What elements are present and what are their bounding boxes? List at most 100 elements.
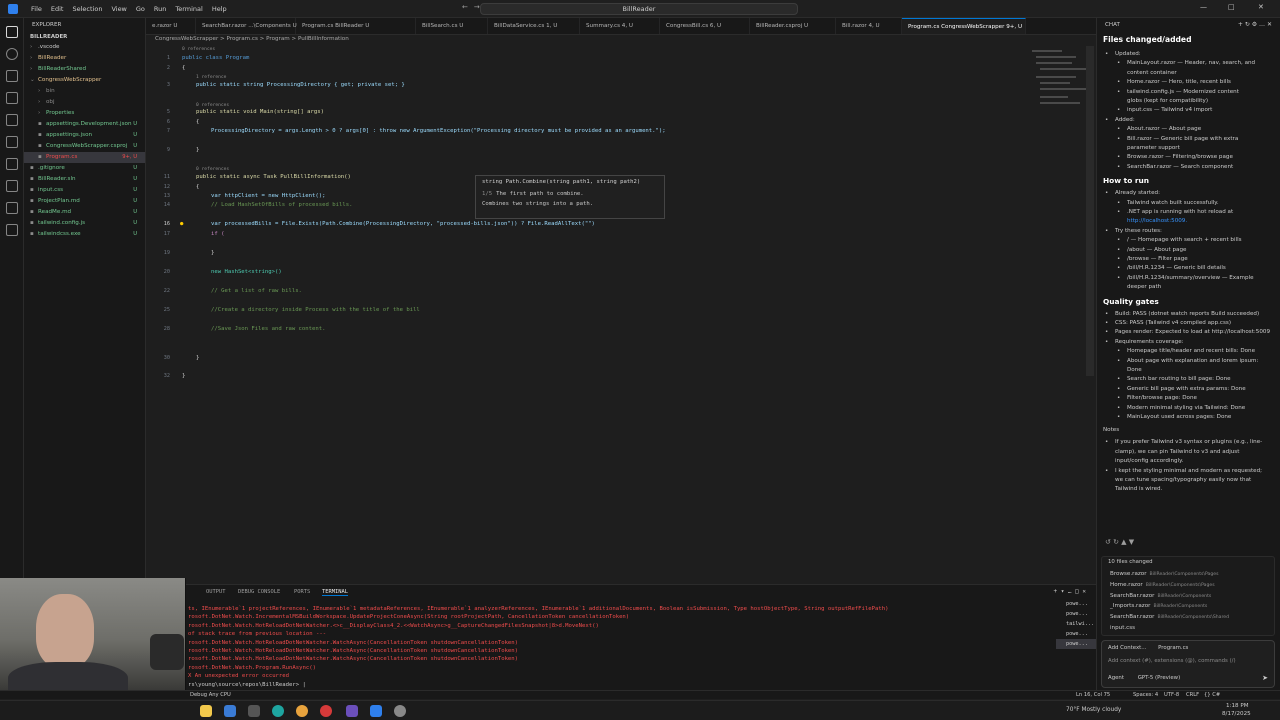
editor-scrollbar[interactable]: [1086, 46, 1094, 376]
add-context-button[interactable]: Add Context...: [1108, 645, 1146, 651]
files-changed-count[interactable]: 10 files changed: [1108, 559, 1153, 565]
tab-searchbar-razor[interactable]: SearchBar.razor ...\Components U: [196, 18, 297, 34]
minimize-icon[interactable]: —: [1200, 3, 1207, 11]
app-icon[interactable]: [248, 705, 260, 717]
menu-terminal[interactable]: Terminal: [175, 5, 202, 13]
panel-actions[interactable]: + ▾ … □ ✕: [1053, 588, 1086, 595]
tree-item[interactable]: ▪ CongressWebScrapper.csproj U: [24, 141, 145, 152]
tab-billsearch-cs[interactable]: BillSearch.cs U: [416, 18, 488, 34]
tab-congressbill-cs[interactable]: CongressBill.cs 6, U: [660, 18, 750, 34]
tree-item[interactable]: ▪ appsettings.Development.json U: [24, 119, 145, 130]
tab-bill-razor[interactable]: Bill.razor 4, U: [836, 18, 902, 34]
changed-file-item[interactable]: input.css: [1110, 623, 1138, 633]
menu-edit[interactable]: Edit: [51, 5, 64, 13]
codelens-references[interactable]: 1 reference: [196, 74, 226, 81]
menu-selection[interactable]: Selection: [72, 5, 102, 13]
edge-icon[interactable]: [272, 705, 284, 717]
mode-selector[interactable]: Agent: [1108, 675, 1124, 681]
extensions-icon[interactable]: [6, 136, 18, 148]
workspace-section[interactable]: BILLREADER: [24, 32, 145, 42]
explorer-icon[interactable]: [6, 26, 18, 38]
remote-explorer-icon[interactable]: [6, 114, 18, 126]
tree-item[interactable]: ▪ .gitignore U: [24, 163, 145, 174]
tree-item[interactable]: › obj: [24, 97, 145, 108]
breadcrumb[interactable]: CongressWebScrapper > Program.cs > Progr…: [155, 36, 349, 46]
tree-item[interactable]: › BillReader: [24, 53, 145, 64]
chat-input[interactable]: Add Context... Program.cs Add context (#…: [1101, 640, 1275, 688]
file-explorer-icon[interactable]: [200, 705, 212, 717]
clock-date[interactable]: 8/17/2025: [1222, 711, 1251, 717]
localhost-link[interactable]: http://localhost:5009.: [1127, 217, 1187, 226]
tab-program-cs-billreader[interactable]: Program.cs BillReader U: [296, 18, 416, 34]
send-icon[interactable]: ➤: [1262, 674, 1268, 682]
model-selector[interactable]: GPT-5 (Preview): [1138, 675, 1181, 681]
menu-run[interactable]: Run: [154, 5, 166, 13]
menu-file[interactable]: File: [31, 5, 42, 13]
changed-file-item[interactable]: _Imports.razor BillReader\Components: [1110, 601, 1207, 611]
terminal-instance[interactable]: powe...: [1056, 629, 1096, 639]
debug-config[interactable]: Debug Any CPU: [190, 692, 231, 698]
terminal-instance[interactable]: powe...: [1056, 609, 1096, 619]
menu-view[interactable]: View: [111, 5, 126, 13]
changed-file-item[interactable]: Browse.razor BillReader\Components\Pages: [1110, 569, 1218, 579]
docker-icon[interactable]: [6, 202, 18, 214]
search-icon[interactable]: [6, 48, 18, 60]
solution-explorer-icon[interactable]: [6, 180, 18, 192]
tab-razor[interactable]: e.razor U: [146, 18, 196, 34]
tab-summary-cs[interactable]: Summary.cs 4, U: [580, 18, 660, 34]
changed-file-item[interactable]: SearchBar.razor BillReader\Components: [1110, 591, 1211, 601]
language-mode[interactable]: {} C#: [1204, 692, 1220, 698]
changed-file-item[interactable]: SearchBar.razor BillReader\Components\Sha…: [1110, 612, 1229, 622]
command-center-search[interactable]: BillReader: [480, 3, 798, 15]
indentation[interactable]: Spaces: 4: [1133, 692, 1158, 698]
chrome-icon[interactable]: [296, 705, 308, 717]
tree-item[interactable]: ▪ ProjectPlan.md U: [24, 196, 145, 207]
copilot-icon[interactable]: [6, 224, 18, 236]
encoding[interactable]: UTF-8: [1164, 692, 1179, 698]
tree-item[interactable]: › bin: [24, 86, 145, 97]
tree-item[interactable]: ⌄ CongressWebScrapper: [24, 75, 145, 86]
context-file-chip[interactable]: Program.cs: [1158, 645, 1188, 651]
tree-item[interactable]: ▪ tailwind.config.js U: [24, 218, 145, 229]
store-icon[interactable]: [224, 705, 236, 717]
vscode-taskbar-icon[interactable]: [370, 705, 382, 717]
tree-item[interactable]: ▪ BillReader.sln U: [24, 174, 145, 185]
terminal-instance[interactable]: powe...: [1056, 639, 1096, 649]
recorder-icon[interactable]: [320, 705, 332, 717]
line-ending[interactable]: CRLF: [1186, 692, 1199, 698]
close-icon[interactable]: ✕: [1258, 3, 1264, 11]
tree-item[interactable]: › Properties: [24, 108, 145, 119]
chat-feedback-row[interactable]: ↺ ↻ ▲ ▼: [1105, 538, 1134, 546]
cursor-position[interactable]: Ln 16, Col 75: [1076, 692, 1110, 698]
terminal-output[interactable]: ts, IEnumerable`1 projectReferences, IEn…: [186, 605, 1046, 691]
run-debug-icon[interactable]: [6, 92, 18, 104]
tab-output[interactable]: OUTPUT: [206, 589, 225, 595]
tree-item[interactable]: ▪ Program.cs 9+, U: [24, 152, 145, 163]
tree-item[interactable]: › .vscode: [24, 42, 145, 53]
changed-file-item[interactable]: Home.razor BillReader\Components\Pages: [1110, 580, 1215, 590]
codelens-references[interactable]: 0 references: [182, 46, 215, 53]
terminal-instance[interactable]: tailwi...: [1056, 619, 1096, 629]
source-control-icon[interactable]: [6, 70, 18, 82]
code-editor[interactable]: 0 references 1 public class Program 2 { 1 …: [146, 46, 1086, 582]
clock-time[interactable]: 1:18 PM: [1226, 703, 1249, 709]
testing-icon[interactable]: [6, 158, 18, 170]
codelens-references[interactable]: 0 references: [196, 166, 229, 173]
menu-go[interactable]: Go: [136, 5, 145, 13]
settings-icon[interactable]: [394, 705, 406, 717]
tab-ports[interactable]: PORTS: [294, 589, 310, 595]
tree-item[interactable]: › BillReaderShared: [24, 64, 145, 75]
overload-counter[interactable]: 1/5: [482, 191, 492, 197]
tree-item[interactable]: ▪ input.css U: [24, 185, 145, 196]
tree-item[interactable]: ▪ ReadMe.md U: [24, 207, 145, 218]
tab-debug-console[interactable]: DEBUG CONSOLE: [238, 589, 280, 595]
tab-program-cs-active[interactable]: Program.cs CongressWebScrapper 9+, U: [902, 18, 1026, 34]
lightbulb-icon[interactable]: ●: [180, 220, 183, 230]
tab-billdataservice-cs[interactable]: BillDataService.cs 1, U: [488, 18, 580, 34]
terminal-instance[interactable]: powe...: [1056, 599, 1096, 609]
menu-help[interactable]: Help: [212, 5, 227, 13]
tree-item[interactable]: ▪ appsettings.json U: [24, 130, 145, 141]
tab-terminal[interactable]: TERMINAL: [322, 589, 348, 596]
visual-studio-icon[interactable]: [346, 705, 358, 717]
maximize-icon[interactable]: □: [1228, 3, 1235, 11]
